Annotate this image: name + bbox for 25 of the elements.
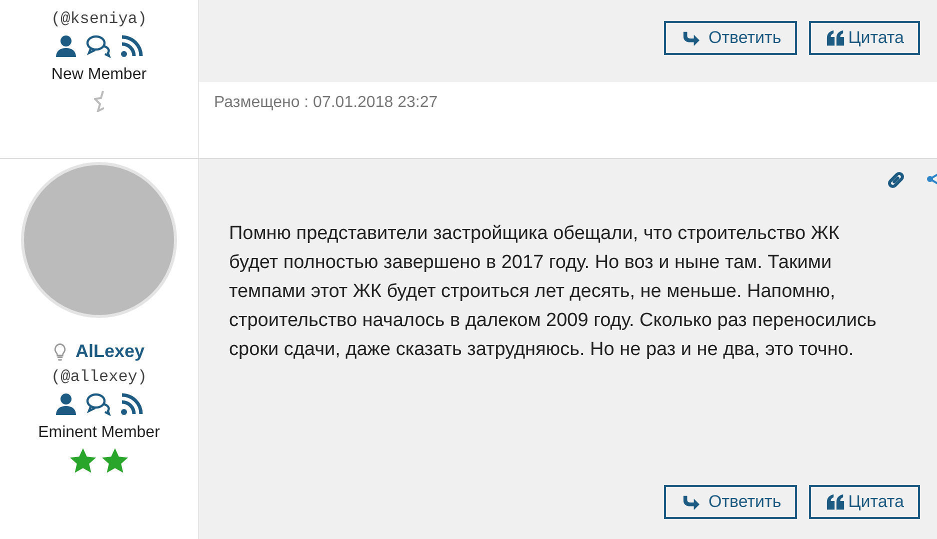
post-date: Размещено : 07.01.2018 23:27 xyxy=(213,93,439,112)
user-icon[interactable] xyxy=(54,34,78,58)
member-rank: Eminent Member xyxy=(38,424,160,442)
rss-icon[interactable] xyxy=(120,392,144,416)
reply-arrow-icon xyxy=(680,494,701,510)
reply-button[interactable]: Ответить xyxy=(664,21,798,55)
member-rank: New Member xyxy=(51,66,147,84)
author-name[interactable]: AlLexey xyxy=(75,341,145,362)
quote-button[interactable]: Цитата xyxy=(809,21,920,55)
link-icon[interactable] xyxy=(885,169,907,191)
star-icon xyxy=(70,448,96,473)
quote-icon xyxy=(826,494,846,510)
reply-arrow-icon xyxy=(680,30,701,46)
quote-button[interactable]: Цитата xyxy=(809,485,920,519)
user-icon[interactable] xyxy=(54,392,78,416)
star-icon xyxy=(102,448,128,473)
rss-icon[interactable] xyxy=(120,34,144,58)
quote-icon xyxy=(826,30,846,46)
user-handle: (@kseniya) xyxy=(50,10,147,28)
user-handle: (@allexey) xyxy=(50,368,147,386)
chat-icon[interactable] xyxy=(86,392,112,416)
reply-button[interactable]: Ответить xyxy=(664,485,798,519)
post-text: Помню представители застройщика обещали, что строительство ЖК будет полностью завершено в 2017 году. Но воз и ныне там. Такими темпами этот ЖК будет строиться лет десять, не меньше. Напомню, строительство началось в далеком 2009 году. Сколько раз переносились сроки сдачи, даже сказать затрудняюсь. Но не раз и не два, это точно. xyxy=(229,222,878,362)
lightbulb-icon xyxy=(53,342,68,360)
chat-icon[interactable] xyxy=(86,34,112,58)
